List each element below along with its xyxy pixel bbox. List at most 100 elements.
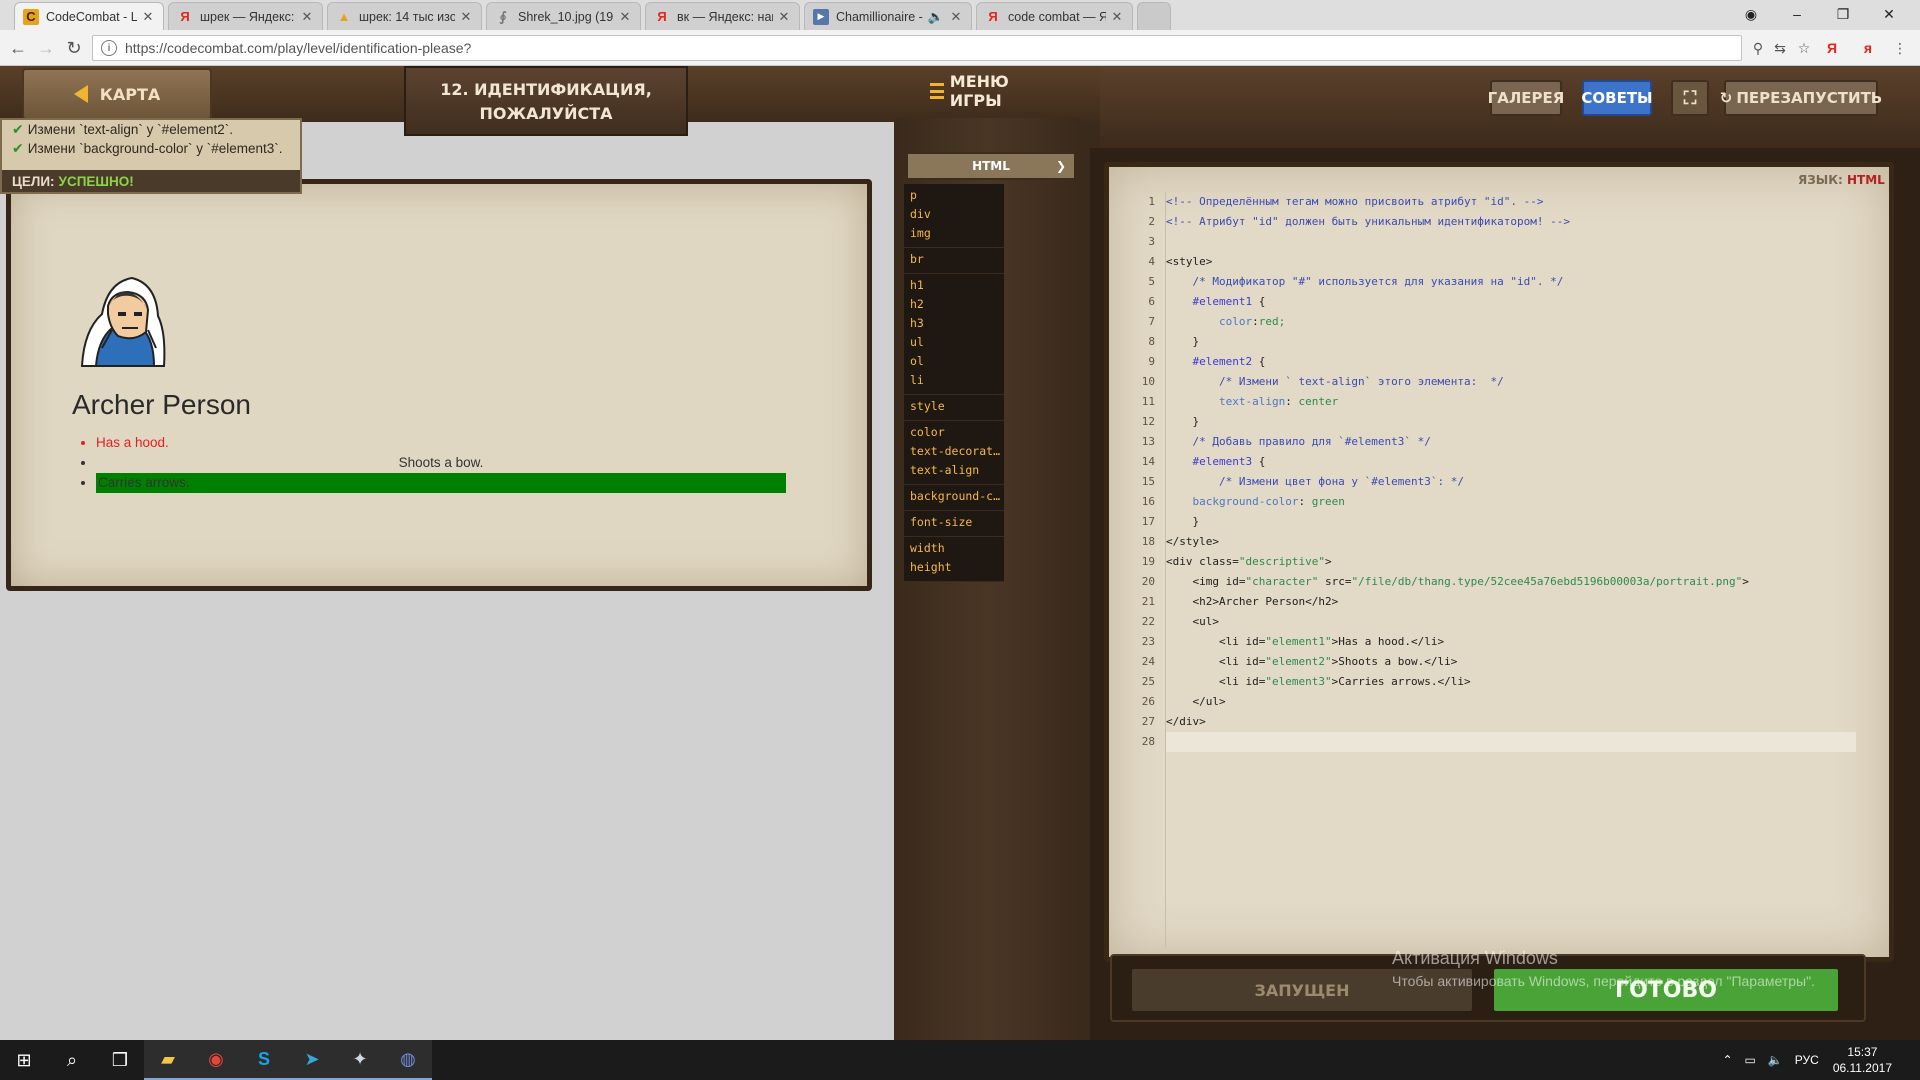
code-line[interactable]: #element3 { (1166, 452, 1856, 472)
browser-tab[interactable]: Я шрек — Яндекс: нашло ✕ (168, 2, 323, 30)
discord-icon[interactable]: ◍ (384, 1040, 432, 1080)
back-icon[interactable]: ← (6, 36, 30, 60)
info-icon[interactable]: i (101, 40, 117, 56)
palette-snippet[interactable]: h3 (904, 314, 1004, 333)
code-line[interactable]: /* Измени ` text-align` этого элемента: … (1166, 372, 1856, 392)
code-line[interactable]: #element1 { (1166, 292, 1856, 312)
menu-icon (930, 83, 944, 99)
palette-snippet[interactable]: h1 (904, 276, 1004, 295)
file-explorer-icon[interactable]: ▰ (144, 1040, 192, 1080)
code-line[interactable]: /* Измени цвет фона у `#element3`: */ (1166, 472, 1856, 492)
telegram-icon[interactable]: ➤ (288, 1040, 336, 1080)
chevron-up-icon[interactable]: ⌃ (1722, 1053, 1732, 1067)
windows-start-icon[interactable]: ⊞ (0, 1040, 48, 1080)
profile-icon[interactable]: ◉ (1728, 0, 1774, 28)
palette-language-dropdown[interactable]: HTML ❯ (906, 152, 1076, 180)
fullscreen-button[interactable]: ⛶ (1671, 80, 1709, 116)
palette-snippet[interactable]: text-decorat… (904, 442, 1004, 461)
reload-icon[interactable]: ↻ (62, 36, 86, 60)
close-tab-icon[interactable]: ✕ (141, 9, 155, 25)
code-line[interactable]: <h2>Archer Person</h2> (1166, 592, 1856, 612)
close-tab-icon[interactable]: ✕ (1110, 9, 1124, 25)
volume-icon[interactable]: 🔈 (1768, 1053, 1783, 1067)
chrome-icon[interactable]: ◉ (192, 1040, 240, 1080)
map-button[interactable]: КАРТА (22, 68, 212, 120)
mute-tab-icon[interactable]: 🔈 (927, 9, 945, 25)
game-menu-button[interactable]: МЕНЮ ИГРЫ (930, 72, 1050, 110)
browser-tab[interactable]: Я вк — Яндекс: нашлось ✕ (645, 2, 800, 30)
forward-icon[interactable]: → (34, 36, 58, 60)
gallery-button[interactable]: ГАЛЕРЕЯ (1488, 80, 1564, 116)
code-line[interactable]: /* Модификатор "#" используется для указ… (1166, 272, 1856, 292)
code-line[interactable]: <style> (1166, 252, 1856, 272)
browser-tab[interactable]: Я code combat — Яндекс ✕ (976, 2, 1133, 30)
browser-tab[interactable]: ▲ шрек: 14 тыс изображе ✕ (327, 2, 482, 30)
code-line[interactable]: <li id="element3">Carries arrows.</li> (1166, 672, 1856, 692)
close-tab-icon[interactable]: ✕ (459, 9, 473, 25)
palette-snippet[interactable]: li (904, 371, 1004, 390)
code-line[interactable]: } (1166, 512, 1856, 532)
search-icon[interactable]: ⌕ (48, 1040, 96, 1080)
location-icon[interactable]: ⚲ (1748, 38, 1768, 58)
code-line[interactable]: </div> (1166, 712, 1856, 732)
palette-snippet[interactable]: img (904, 224, 1004, 243)
close-tab-icon[interactable]: ✕ (777, 9, 791, 25)
code-line[interactable]: </ul> (1166, 692, 1856, 712)
code-line[interactable]: #element2 { (1166, 352, 1856, 372)
translate-icon[interactable]: ⇆ (1770, 38, 1790, 58)
skype-icon[interactable]: S (240, 1040, 288, 1080)
app-icon[interactable]: ✦ (336, 1040, 384, 1080)
code-line[interactable]: <img id="character" src="/file/db/thang.… (1166, 572, 1856, 592)
bookmark-star-icon[interactable]: ☆ (1794, 38, 1814, 58)
palette-snippet[interactable]: color (904, 423, 1004, 442)
restart-button[interactable]: ↻ ПЕРЕЗАПУСТИТЬ (1720, 80, 1882, 116)
palette-snippet[interactable]: background-c… (904, 487, 1004, 506)
code-line[interactable]: ​ (1166, 232, 1856, 252)
language-indicator[interactable]: РУС (1795, 1053, 1819, 1067)
browser-tab[interactable]: C CodeCombat - Learn ho ✕ (14, 2, 164, 30)
maximize-button[interactable]: ❐ (1820, 0, 1866, 28)
code-line[interactable]: <li id="element1">Has a hood.</li> (1166, 632, 1856, 652)
code-line[interactable]: <div class="descriptive"> (1166, 552, 1856, 572)
close-window-button[interactable]: ✕ (1866, 0, 1912, 28)
palette-snippet[interactable]: div (904, 205, 1004, 224)
palette-snippet[interactable]: h2 (904, 295, 1004, 314)
hints-button[interactable]: СОВЕТЫ (1581, 80, 1653, 116)
code-line[interactable]: text-align: center (1166, 392, 1856, 412)
new-tab-button[interactable] (1137, 2, 1171, 30)
palette-snippet[interactable]: ol (904, 352, 1004, 371)
code-line[interactable]: /* Добавь правило для `#element3` */ (1166, 432, 1856, 452)
code-line[interactable]: <li id="element2">Shoots a bow.</li> (1166, 652, 1856, 672)
close-tab-icon[interactable]: ✕ (949, 9, 963, 25)
code-line[interactable]: } (1166, 332, 1856, 352)
yandex-extension-icon[interactable]: я (1858, 38, 1878, 58)
code-line[interactable]: <!-- Атрибут "id" должен быть уникальным… (1166, 212, 1856, 232)
close-tab-icon[interactable]: ✕ (300, 9, 314, 25)
network-icon[interactable]: ▭ (1745, 1053, 1756, 1067)
browser-tab[interactable]: ▶ Chamillionaire - Ridin 🔈 ✕ (804, 2, 972, 30)
code-line[interactable]: </style> (1166, 532, 1856, 552)
palette-snippet[interactable]: height (904, 558, 1004, 577)
code-line[interactable]: <ul> (1166, 612, 1856, 632)
palette-snippet[interactable]: ul (904, 333, 1004, 352)
browser-tab[interactable]: ∮ Shrek_10.jpg (1920×108 ✕ (486, 2, 641, 30)
task-view-icon[interactable]: ❒ (96, 1040, 144, 1080)
palette-snippet[interactable]: style (904, 397, 1004, 416)
browser-menu-icon[interactable]: ⋮ (1890, 38, 1910, 58)
minimize-button[interactable]: – (1774, 0, 1820, 28)
code-line[interactable]: ​ (1166, 732, 1856, 752)
palette-snippet[interactable]: font-size (904, 513, 1004, 532)
url-field[interactable]: i https://codecombat.com/play/level/iden… (92, 35, 1742, 61)
palette-snippet[interactable]: br (904, 250, 1004, 269)
palette-snippet[interactable]: text-align (904, 461, 1004, 480)
palette-snippet[interactable]: width (904, 539, 1004, 558)
code-line[interactable]: color:red; (1166, 312, 1856, 332)
palette-snippet[interactable]: p (904, 186, 1004, 205)
code-line[interactable]: background-color: green (1166, 492, 1856, 512)
code-line[interactable]: } (1166, 412, 1856, 432)
yandex-extension-icon[interactable]: Я (1822, 38, 1842, 58)
close-tab-icon[interactable]: ✕ (618, 9, 632, 25)
clock[interactable]: 15:37 06.11.2017 (1833, 1044, 1892, 1076)
code-lines[interactable]: <!-- Определённым тегам можно присвоить … (1166, 192, 1856, 752)
code-line[interactable]: <!-- Определённым тегам можно присвоить … (1166, 192, 1856, 212)
